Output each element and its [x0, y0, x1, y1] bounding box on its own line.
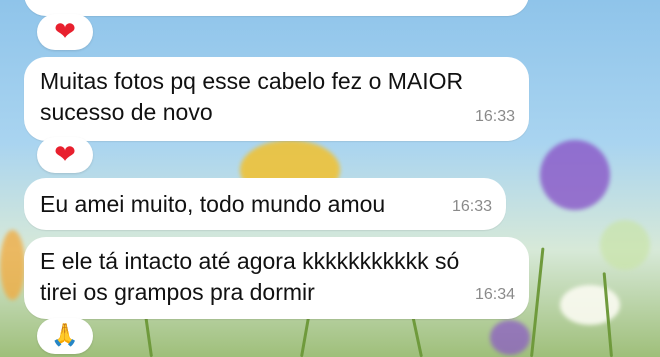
chat-thread: 16:33 ❤ Muitas fotos pq esse cabelo fez …: [0, 0, 660, 357]
reaction-badge[interactable]: ❤: [37, 137, 93, 173]
message-time: 16:34: [474, 286, 515, 303]
message-text: Muitas fotos pq esse cabelo fez o MAIOR …: [40, 68, 464, 125]
message-text: Eu amei muito, todo mundo amou: [40, 191, 386, 217]
message-bubble[interactable]: Eu amei muito, todo mundo amou 16:33: [24, 178, 506, 230]
message-bubble[interactable]: 16:33: [24, 0, 529, 16]
message-bubble[interactable]: E ele tá intacto até agora kkkkkkkkkkk s…: [24, 237, 529, 319]
praying-hands-reaction-icon: 🙏: [51, 323, 79, 348]
heart-reaction-icon: ❤: [54, 17, 76, 47]
message-text: E ele tá intacto até agora kkkkkkkkkkk s…: [40, 248, 460, 305]
reaction-badge[interactable]: 🙏: [37, 318, 93, 354]
heart-reaction-icon: ❤: [54, 140, 76, 170]
message-bubble[interactable]: Muitas fotos pq esse cabelo fez o MAIOR …: [24, 57, 529, 141]
reaction-badge[interactable]: ❤: [37, 14, 93, 50]
message-time: 16:33: [475, 0, 515, 8]
message-time: 16:33: [451, 198, 492, 215]
message-time: 16:33: [474, 108, 515, 125]
